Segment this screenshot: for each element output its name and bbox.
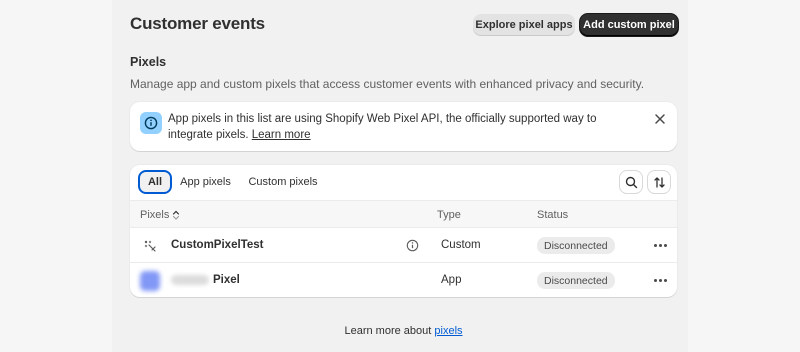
custom-pixel-icon (140, 236, 160, 256)
more-actions-icon[interactable] (652, 274, 668, 286)
footer-pixels-link[interactable]: pixels (434, 325, 462, 337)
pixels-column-header[interactable]: Pixels (140, 209, 180, 221)
search-icon (625, 176, 637, 188)
explore-pixel-apps-button[interactable]: Explore pixel apps (473, 14, 575, 36)
tab-custom-pixels[interactable]: Custom pixels (244, 170, 322, 194)
table-header: Pixels Type Status (130, 200, 677, 228)
pixels-column-label: Pixels (140, 209, 170, 221)
pixel-type: App (441, 274, 462, 286)
status-badge: Disconnected (537, 272, 615, 289)
page-header: Customer events Explore pixel apps Add c… (130, 13, 678, 37)
more-actions-icon[interactable] (652, 239, 668, 251)
tab-all[interactable]: All (138, 170, 172, 194)
info-icon[interactable] (406, 239, 419, 252)
section-description: Manage app and custom pixels that access… (130, 77, 645, 91)
redacted-app-name (171, 275, 209, 285)
info-banner: App pixels in this list are using Shopif… (130, 102, 677, 151)
table-row[interactable]: Pixel App Disconnected (130, 263, 677, 297)
app-logo (140, 271, 160, 291)
status-badge: Disconnected (537, 237, 615, 254)
banner-text: App pixels in this list are using Shopif… (168, 111, 638, 143)
banner-learn-more-link[interactable]: Learn more (252, 129, 311, 141)
footer: Learn more about pixels (130, 325, 677, 337)
sort-direction-icon (173, 210, 180, 220)
pixel-type: Custom (441, 239, 481, 251)
info-icon (140, 112, 162, 134)
pixel-name[interactable]: Pixel (213, 274, 240, 286)
table-row[interactable]: CustomPixelTest Custom Disconnected (130, 228, 677, 263)
pixel-name[interactable]: CustomPixelTest (171, 239, 263, 251)
search-button[interactable] (620, 171, 642, 193)
tab-app-pixels[interactable]: App pixels (177, 170, 234, 194)
section-title: Pixels (130, 55, 167, 69)
close-icon[interactable] (652, 111, 668, 127)
background-right (688, 0, 800, 352)
background-left (0, 0, 112, 352)
sort-icon (653, 176, 665, 188)
page-title: Customer events (130, 14, 265, 33)
sort-button[interactable] (648, 171, 670, 193)
status-column-header: Status (537, 209, 569, 221)
footer-text: Learn more about (344, 325, 432, 337)
banner-message: App pixels in this list are using Shopif… (168, 113, 597, 141)
pixels-card: All App pixels Custom pixels Pixels Type… (130, 165, 677, 297)
type-column-header: Type (437, 209, 461, 221)
add-custom-pixel-button[interactable]: Add custom pixel (580, 14, 678, 36)
